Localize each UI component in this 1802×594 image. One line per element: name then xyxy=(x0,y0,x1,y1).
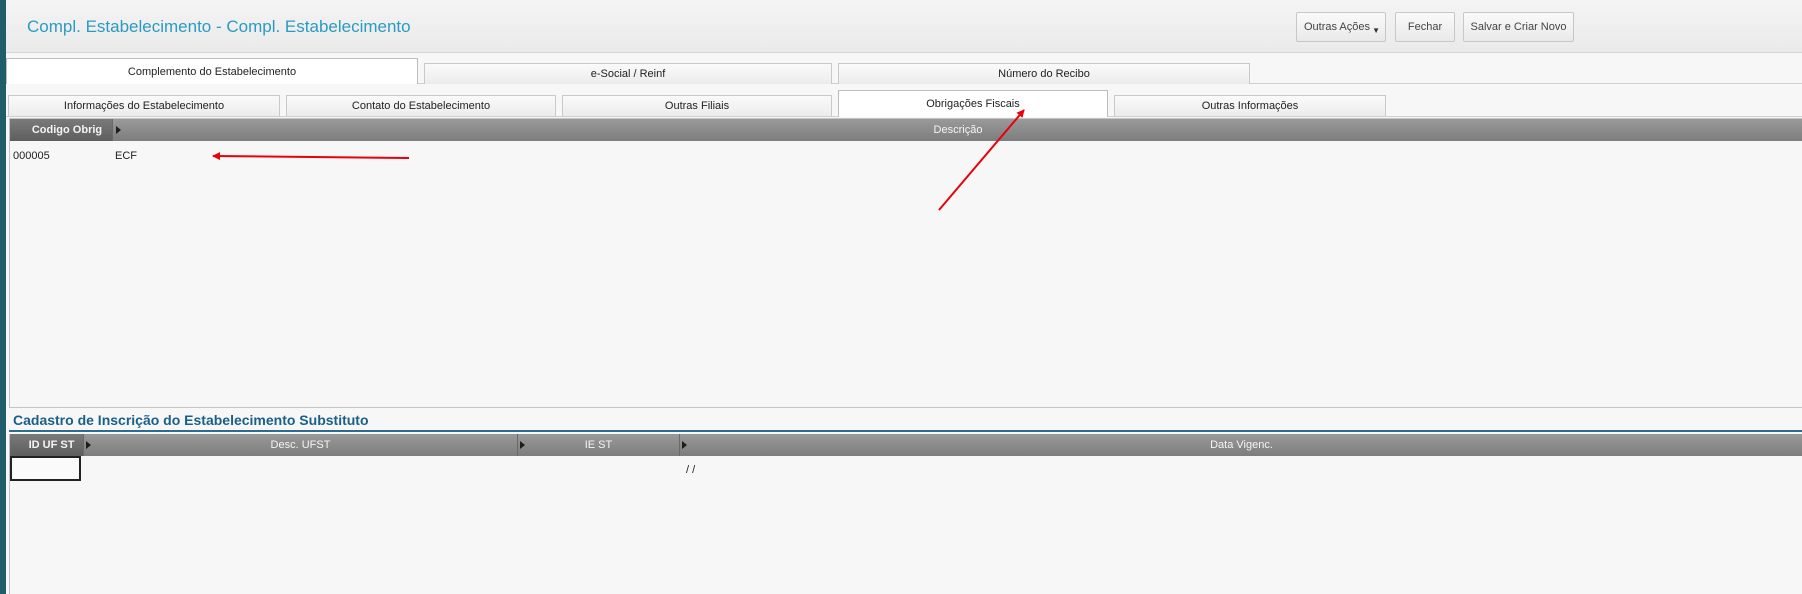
other-actions-label: Outras Ações xyxy=(1303,21,1371,33)
dropdown-caret-icon: ▼ xyxy=(1372,26,1380,35)
cell-codigo-obrig: 000005 xyxy=(13,150,50,162)
col-header-codigo-obrig[interactable]: Codigo Obrig xyxy=(10,119,112,141)
section-title-substituto: Cadastro de Inscrição do Estabelecimento… xyxy=(13,412,369,428)
other-actions-button[interactable]: Outras Ações ▼ xyxy=(1296,12,1386,42)
cell-data-vigenc: / / xyxy=(686,464,696,476)
section-divider xyxy=(9,430,1802,432)
cell-descricao: ECF xyxy=(115,150,137,162)
obligations-grid-header: Codigo Obrig Descrição xyxy=(10,119,1802,141)
window-left-edge xyxy=(0,0,6,594)
tab-obrigacoes-fiscais[interactable]: Obrigações Fiscais xyxy=(838,90,1108,117)
obligations-grid: Codigo Obrig Descrição 000005 ECF xyxy=(9,118,1802,408)
tab-numero-recibo[interactable]: Número do Recibo xyxy=(838,63,1250,84)
header-bar: Compl. Estabelecimento - Compl. Estabele… xyxy=(6,0,1802,53)
substitute-grid-header: ID UF ST Desc. UFST IE ST Data Vigenc. xyxy=(10,434,1802,456)
tab-outras-filiais[interactable]: Outras Filiais xyxy=(562,95,832,116)
page-title: Compl. Estabelecimento - Compl. Estabele… xyxy=(27,17,411,36)
tab-complemento-estabelecimento[interactable]: Complemento do Estabelecimento xyxy=(6,58,418,84)
col-header-data-vigenc[interactable]: Data Vigenc. xyxy=(680,434,1802,456)
tab-outras-informacoes[interactable]: Outras Informações xyxy=(1114,95,1386,116)
col-header-ie-st[interactable]: IE ST xyxy=(518,434,679,456)
cell-id-uf-st-selected[interactable] xyxy=(10,456,81,481)
tab-esocial-reinf[interactable]: e-Social / Reinf xyxy=(424,63,832,84)
save-new-button[interactable]: Salvar e Criar Novo xyxy=(1463,12,1574,42)
substitute-grid: ID UF ST Desc. UFST IE ST Data Vigenc. /… xyxy=(9,434,1802,594)
col-header-descricao[interactable]: Descrição xyxy=(113,119,1802,141)
col-header-id-uf-st[interactable]: ID UF ST xyxy=(10,434,83,456)
col-header-desc-ufst[interactable]: Desc. UFST xyxy=(84,434,517,456)
tab-informacoes-estabelecimento[interactable]: Informações do Estabelecimento xyxy=(8,95,280,116)
tab-contato-estabelecimento[interactable]: Contato do Estabelecimento xyxy=(286,95,556,116)
close-button[interactable]: Fechar xyxy=(1395,12,1455,42)
